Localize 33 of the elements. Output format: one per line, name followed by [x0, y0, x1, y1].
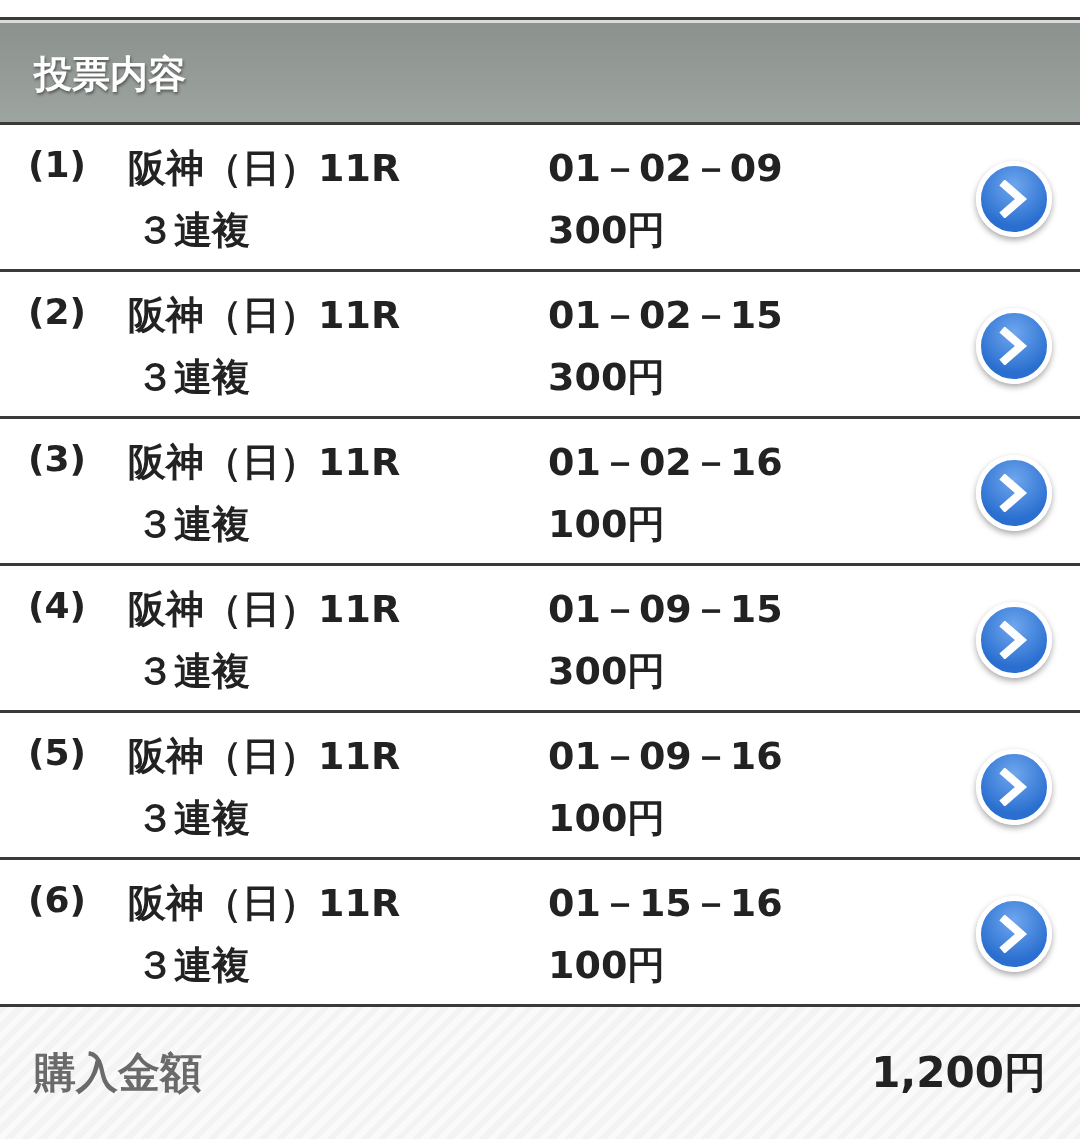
total-label: 購入金額 [34, 1047, 202, 1099]
bet-number: (2) [27, 290, 87, 334]
bet-number: (5) [27, 731, 87, 775]
bet-amount: 300円 [548, 648, 667, 694]
bet-type: ３連複 [135, 795, 251, 841]
race-name: 阪神（日）11R [128, 880, 402, 926]
bet-type: ３連複 [135, 207, 251, 253]
horse-combination: 01－02－09 [548, 145, 784, 191]
bet-amount: 100円 [548, 795, 667, 841]
bet-number: (3) [27, 437, 87, 481]
bet-type: ３連複 [135, 942, 251, 988]
horse-combination: 01－15－16 [548, 880, 784, 926]
total-amount: 1,200円 [871, 1047, 1046, 1099]
race-name: 阪神（日）11R [128, 733, 402, 779]
horse-combination: 01－02－16 [548, 439, 784, 485]
bet-type: ３連複 [135, 501, 251, 547]
horse-combination: 01－09－15 [548, 586, 784, 632]
race-name: 阪神（日）11R [128, 586, 402, 632]
horse-combination: 01－09－16 [548, 733, 784, 779]
bet-number: (1) [27, 143, 87, 187]
race-name: 阪神（日）11R [128, 292, 402, 338]
bet-type: ３連複 [135, 648, 251, 694]
bet-amount: 100円 [548, 942, 667, 988]
section-title: 投票内容 [34, 50, 186, 98]
race-name: 阪神（日）11R [128, 145, 402, 191]
bet-type: ３連複 [135, 354, 251, 400]
bet-amount: 300円 [548, 207, 667, 253]
bet-amount: 300円 [548, 354, 667, 400]
bet-amount: 100円 [548, 501, 667, 547]
horse-combination: 01－02－15 [548, 292, 784, 338]
bet-number: (4) [27, 584, 87, 628]
bet-number: (6) [27, 878, 87, 922]
race-name: 阪神（日）11R [128, 439, 402, 485]
